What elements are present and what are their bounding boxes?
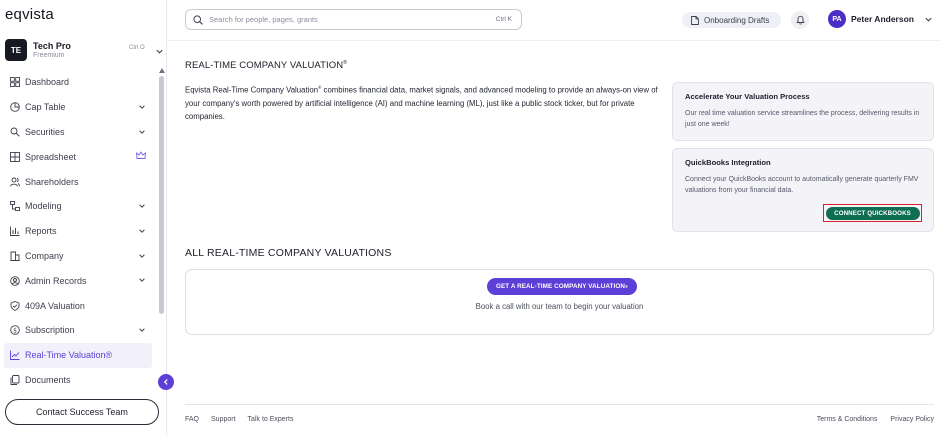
scroll-up-arrow-icon[interactable] [159, 68, 165, 73]
user-menu[interactable]: PA Peter Anderson [828, 10, 933, 28]
sidebar-item-spreadsheet[interactable]: Spreadsheet [0, 144, 160, 169]
footer-divider [185, 404, 934, 405]
user-name: Peter Anderson [851, 14, 914, 24]
sidebar-item-label: Dashboard [25, 77, 70, 88]
account-name: Tech Pro [33, 41, 71, 51]
card-body: Connect your QuickBooks account to autom… [685, 176, 919, 194]
chevron-down-icon [924, 15, 933, 24]
sidebar-item-cap-table[interactable]: Cap Table [0, 95, 160, 120]
company-icon [9, 250, 20, 261]
chevron-down-icon [138, 202, 146, 212]
securities-icon [9, 126, 20, 137]
sidebar-item-label: Modeling [25, 201, 62, 212]
connect-quickbooks-label: CONNECT QUICKBOOKS [825, 206, 920, 220]
connect-quickbooks-button[interactable]: CONNECT QUICKBOOKS [823, 204, 922, 222]
accelerate-valuation-card: Accelerate Your Valuation Process Our re… [672, 82, 934, 141]
footer-links-left: FAQ Support Talk to Experts [185, 416, 293, 423]
intro-text: Eqvista Real-Time Company Valuation® com… [185, 85, 658, 121]
footer-link-talk-to-experts[interactable]: Talk to Experts [248, 416, 294, 423]
sidebar-item-real-time-valuation[interactable]: Real-Time Valuation® [4, 342, 152, 368]
sidebar-item-shareholders[interactable]: Shareholders [0, 169, 160, 194]
sidebar-item-label: Subscription [25, 325, 75, 336]
sidebar-item-label: Spreadsheet [25, 151, 77, 162]
sidebar: eqvista TE Tech Pro Freemium Ctrl O Dash… [0, 0, 167, 435]
page-title: REAL-TIME COMPANY VALUATION® [185, 60, 348, 72]
notifications-button[interactable] [791, 11, 809, 29]
sidebar-item-company[interactable]: Company [0, 244, 160, 269]
eqvista-logo[interactable]: eqvista [5, 6, 54, 23]
contact-success-team-button[interactable]: Contact Success Team [5, 399, 159, 425]
sidebar-item-label: Securities [25, 126, 65, 137]
sidebar-item-modeling[interactable]: Modeling [0, 194, 160, 219]
sidebar-item-label: Reports [25, 226, 57, 237]
footer-link-terms[interactable]: Terms & Conditions [817, 416, 878, 423]
sidebar-item-label: Company [25, 250, 64, 261]
chevron-down-icon [138, 252, 146, 262]
sidebar-item-label: 409A Valuation [25, 300, 85, 311]
account-shortcut: Ctrl O [129, 45, 145, 51]
chevron-down-icon [138, 326, 146, 336]
sidebar-nav: Dashboard Cap Table Securities Spreadshe… [0, 70, 160, 392]
header-divider [167, 40, 940, 41]
chevron-down-icon [138, 276, 146, 286]
chevron-down-icon [138, 103, 146, 113]
avatar: PA [828, 10, 846, 28]
chevron-left-icon [163, 379, 168, 385]
grid-icon [9, 151, 20, 162]
sidebar-item-admin-records[interactable]: Admin Records [0, 268, 160, 293]
svg-text:$: $ [13, 328, 17, 335]
card-title: Accelerate Your Valuation Process [685, 92, 810, 101]
users-icon [9, 176, 20, 187]
admin-records-icon [9, 275, 20, 286]
empty-state-subtitle: Book a call with our team to begin your … [475, 302, 644, 311]
section-title: ALL REAL-TIME COMPANY VALUATIONS [185, 247, 392, 259]
collapse-sidebar-button[interactable] [158, 374, 174, 390]
sidebar-item-409a-valuation[interactable]: 409A Valuation [0, 293, 160, 318]
bell-icon [795, 15, 805, 25]
shield-check-icon [9, 300, 20, 311]
sidebar-item-label: Documents [25, 374, 71, 385]
card-title: QuickBooks Integration [685, 158, 771, 167]
sidebar-item-documents[interactable]: Documents [0, 368, 160, 393]
chevron-down-icon [155, 43, 164, 61]
footer-link-faq[interactable]: FAQ [185, 416, 199, 423]
sidebar-item-label: Admin Records [25, 275, 87, 286]
sidebar-item-label: Shareholders [25, 176, 79, 187]
footer-link-privacy[interactable]: Privacy Policy [890, 416, 934, 423]
onboarding-drafts-button[interactable]: Onboarding Drafts [682, 12, 781, 28]
modeling-icon [9, 201, 20, 212]
account-avatar: TE [5, 39, 27, 61]
sidebar-item-dashboard[interactable]: Dashboard [0, 70, 160, 95]
account-plan: Freemium [33, 52, 65, 59]
scrollbar-thumb[interactable] [159, 76, 164, 314]
line-chart-icon [9, 350, 20, 361]
get-real-time-valuation-button[interactable]: GET A REAL-TIME COMPANY VALUATION ® [487, 278, 637, 295]
sidebar-item-label: Cap Table [25, 102, 66, 113]
sidebar-item-subscription[interactable]: $ Subscription [0, 318, 160, 343]
dashboard-icon [9, 77, 20, 88]
card-body: Our real time valuation service streamli… [685, 110, 920, 128]
document-icon [691, 15, 699, 25]
account-switcher[interactable]: TE Tech Pro Freemium Ctrl O [5, 37, 164, 63]
search-input[interactable] [209, 15, 479, 24]
search-shortcut: Ctrl K [495, 16, 512, 23]
sidebar-item-label: Real-Time Valuation® [25, 350, 113, 361]
sidebar-item-reports[interactable]: Reports [0, 219, 160, 244]
crown-icon [136, 151, 146, 162]
global-search[interactable]: Ctrl K [185, 9, 522, 30]
subscription-icon: $ [9, 325, 20, 336]
onboarding-drafts-label: Onboarding Drafts [704, 15, 770, 25]
chevron-down-icon [138, 128, 146, 138]
documents-icon [9, 374, 20, 385]
search-icon [193, 14, 203, 25]
reports-icon [9, 226, 20, 237]
footer-links-right: Terms & Conditions Privacy Policy [817, 416, 934, 423]
account-text: Tech Pro Freemium [33, 41, 71, 59]
pie-chart-icon [9, 102, 20, 113]
sidebar-scrollbar[interactable] [159, 68, 165, 314]
sidebar-item-securities[interactable]: Securities [0, 120, 160, 145]
footer-link-support[interactable]: Support [211, 416, 236, 423]
chevron-down-icon [138, 227, 146, 237]
